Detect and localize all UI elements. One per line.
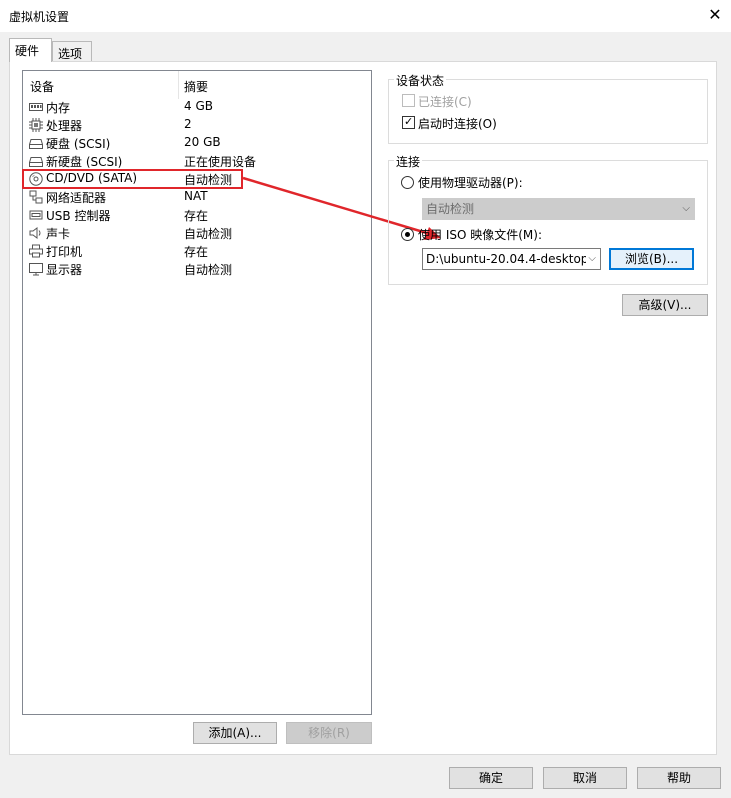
printer-icon xyxy=(29,244,43,258)
memory-icon xyxy=(29,103,43,111)
device-summary: 正在使用设备 xyxy=(184,155,257,169)
device-summary: 存在 xyxy=(184,209,209,223)
connect-at-power-on-label: 启动时连接(O) xyxy=(418,117,497,131)
device-name: 显示器 xyxy=(46,263,83,277)
hard-disk-icon xyxy=(29,157,43,167)
advanced-button[interactable]: 高级(V)... xyxy=(622,294,708,316)
column-header-summary[interactable]: 摘要 xyxy=(184,78,208,95)
device-name: 处理器 xyxy=(46,119,83,133)
remove-button[interactable]: 移除(R) xyxy=(286,722,372,744)
device-name: 内存 xyxy=(46,101,71,115)
device-summary: 自动检测 xyxy=(184,263,233,277)
device-name: USB 控制器 xyxy=(46,209,111,223)
connect-at-power-on-checkbox[interactable]: ✓ xyxy=(402,115,415,129)
physical-drive-value: 自动检测 xyxy=(426,202,475,216)
physical-drive-radio[interactable] xyxy=(401,176,414,189)
physical-drive-label: 使用物理驱动器(P): xyxy=(418,176,523,190)
window-title: 虚拟机设置 xyxy=(9,10,70,24)
iso-path-value: D:\ubuntu-20.04.4-desktop xyxy=(426,252,589,266)
device-summary: NAT xyxy=(184,189,208,203)
device-name: 声卡 xyxy=(46,227,71,241)
iso-image-radio[interactable] xyxy=(401,228,414,241)
device-name: 新硬盘 (SCSI) xyxy=(46,155,123,169)
device-name: 硬盘 (SCSI) xyxy=(46,137,111,151)
cancel-button[interactable]: 取消 xyxy=(543,767,627,789)
device-list[interactable]: 设备 摘要 内存 4 GB 处理器 2 硬盘 (SCSI) 20 GB 新硬盘 … xyxy=(22,70,372,715)
list-header: 设备 摘要 xyxy=(23,71,371,99)
monitor-icon xyxy=(29,263,43,276)
physical-drive-select[interactable]: 自动检测 ⌵ xyxy=(422,198,695,220)
device-row-hard-disk[interactable]: 硬盘 (SCSI) 20 GB xyxy=(23,134,371,152)
device-status-label: 设备状态 xyxy=(394,72,447,89)
connected-label: 已连接(C) xyxy=(418,95,472,109)
hard-disk-icon xyxy=(29,139,43,149)
device-summary: 4 GB xyxy=(184,99,213,113)
connected-checkbox[interactable] xyxy=(402,94,415,107)
column-separator[interactable] xyxy=(178,71,179,99)
device-row-printer[interactable]: 打印机 存在 xyxy=(23,242,371,260)
device-row-display[interactable]: 显示器 自动检测 xyxy=(23,260,371,278)
tab-hardware[interactable]: 硬件 xyxy=(9,38,52,62)
iso-path-combobox[interactable]: D:\ubuntu-20.04.4-desktop ⌵ xyxy=(422,248,601,270)
iso-image-label: 使用 ISO 映像文件(M): xyxy=(418,228,542,242)
processor-icon xyxy=(29,118,43,132)
device-row-usb-controller[interactable]: USB 控制器 存在 xyxy=(23,206,371,224)
browse-button[interactable]: 浏览(B)... xyxy=(609,248,694,270)
device-name: 打印机 xyxy=(46,245,83,259)
device-summary: 自动检测 xyxy=(184,227,233,241)
tab-options[interactable]: 选项 xyxy=(52,41,92,61)
device-row-new-hard-disk[interactable]: 新硬盘 (SCSI) 正在使用设备 xyxy=(23,152,371,170)
radio-dot xyxy=(405,232,410,237)
checkmark-icon: ✓ xyxy=(404,115,414,128)
add-button[interactable]: 添加(A)... xyxy=(193,722,277,744)
device-summary: 20 GB xyxy=(184,135,221,149)
speaker-icon xyxy=(29,227,41,239)
device-name: 网络适配器 xyxy=(46,191,107,205)
device-row-sound-card[interactable]: 声卡 自动检测 xyxy=(23,224,371,242)
annotation-highlight-box xyxy=(22,169,243,189)
help-button[interactable]: 帮助 xyxy=(637,767,721,789)
chevron-down-icon: ⌵ xyxy=(682,203,690,214)
device-summary: 存在 xyxy=(184,245,209,259)
device-row-memory[interactable]: 内存 4 GB xyxy=(23,98,371,116)
usb-icon xyxy=(29,210,43,220)
network-adapter-icon xyxy=(29,190,43,204)
chevron-down-icon: ⌵ xyxy=(586,249,596,269)
title-bar xyxy=(0,0,731,32)
ok-button[interactable]: 确定 xyxy=(449,767,533,789)
device-row-network-adapter[interactable]: 网络适配器 NAT xyxy=(23,188,371,206)
column-header-device[interactable]: 设备 xyxy=(30,78,54,95)
close-icon[interactable]: ✕ xyxy=(704,4,726,26)
device-row-processor[interactable]: 处理器 2 xyxy=(23,116,371,134)
connection-label: 连接 xyxy=(394,153,423,170)
device-summary: 2 xyxy=(184,117,192,131)
